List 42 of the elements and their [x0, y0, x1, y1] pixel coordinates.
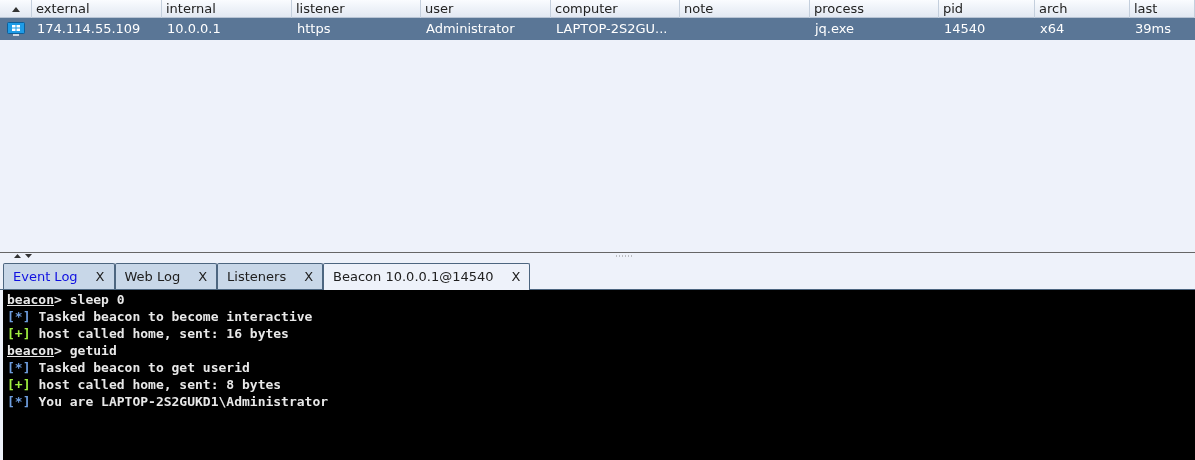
- status-marker: [+]: [7, 325, 31, 342]
- tab-label: Beacon 10.0.0.1@14540: [333, 268, 494, 287]
- table-cell-text: jq.exe: [813, 20, 856, 38]
- sort-ascending-icon[interactable]: [11, 6, 20, 12]
- tab[interactable]: Web Log X: [114, 263, 218, 289]
- close-tab-button[interactable]: X: [304, 266, 314, 287]
- close-tab-button[interactable]: X: [198, 266, 208, 287]
- table-cell-text: https: [296, 20, 332, 38]
- status-marker: [+]: [7, 376, 31, 393]
- tab[interactable]: Event Log X: [3, 263, 115, 289]
- prompt-label: beacon: [7, 291, 54, 308]
- table-cell-text: LAPTOP-2S2GU...: [555, 20, 669, 38]
- output-text: host called home, sent: 16 bytes: [38, 325, 289, 342]
- command-text: getuid: [69, 342, 117, 359]
- table-cell-text: 39ms: [1134, 20, 1172, 38]
- output-text: Tasked beacon to become interactive: [38, 308, 313, 325]
- collapse-up-icon[interactable]: [14, 254, 21, 258]
- close-tab-button[interactable]: X: [95, 266, 105, 287]
- tab-label: Listeners: [227, 267, 287, 286]
- table-cell-text: 14540: [943, 20, 987, 38]
- collapse-down-icon[interactable]: [25, 254, 32, 258]
- monitor-icon: [7, 22, 25, 36]
- tab[interactable]: Listeners X: [217, 263, 324, 289]
- tab-label: Event Log: [13, 267, 78, 286]
- status-marker: [*]: [7, 359, 31, 376]
- command-text: sleep 0: [69, 291, 125, 308]
- status-marker: [*]: [7, 308, 31, 325]
- prompt-sign: >: [53, 291, 62, 308]
- status-marker: [*]: [7, 393, 31, 410]
- prompt-label: beacon: [7, 342, 54, 359]
- prompt-sign: >: [53, 342, 62, 359]
- output-text: host called home, sent: 8 bytes: [38, 376, 282, 393]
- table-cell-text: 10.0.0.1: [166, 20, 222, 38]
- tab-label: Web Log: [124, 267, 181, 286]
- table-cell-text: 174.114.55.109: [36, 20, 142, 38]
- tab[interactable]: Beacon 10.0.0.1@14540 X: [323, 263, 531, 290]
- table-cell-text: x64: [1039, 20, 1066, 38]
- table-row[interactable]: 174.114.55.109 10.0.0.1 https Administrator LAPTOP-2S2GU... jq.exe 14540 x64 39ms: [0, 18, 1195, 40]
- output-text: Tasked beacon to get userid: [38, 359, 250, 376]
- close-tab-button[interactable]: X: [511, 267, 521, 287]
- table-cell-text: Administrator: [425, 20, 516, 38]
- output-text: You are LAPTOP-2S2GUKD1\Administrator: [38, 393, 329, 410]
